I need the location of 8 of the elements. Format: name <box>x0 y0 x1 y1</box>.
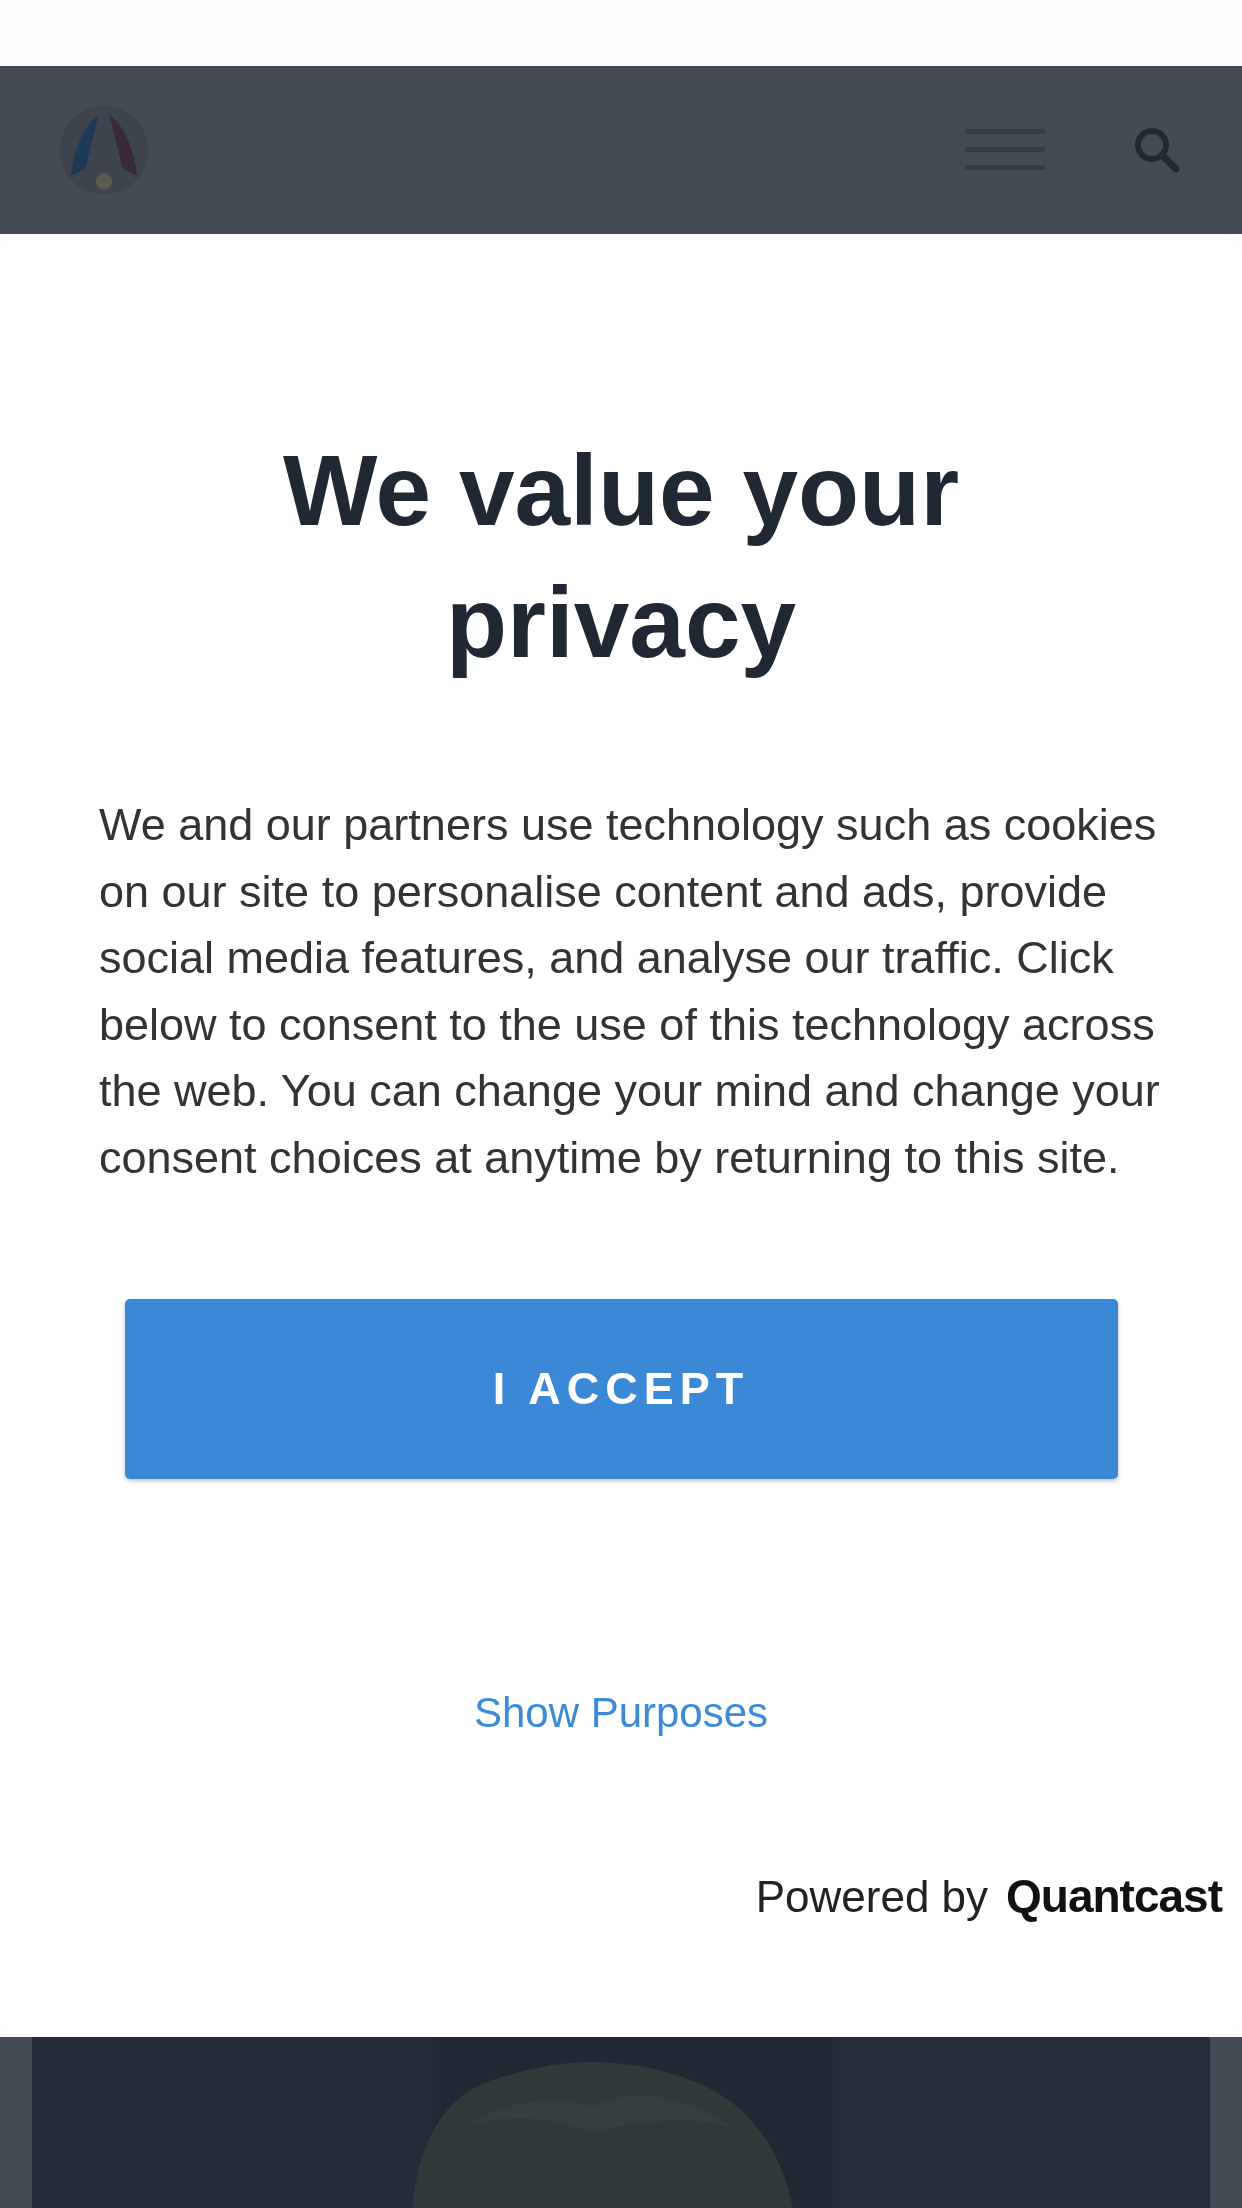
accept-button[interactable]: I ACCEPT <box>124 1299 1118 1479</box>
show-purposes-link[interactable]: Show Purposes <box>473 1689 769 1737</box>
powered-by-text: Powered by <box>755 1872 989 1922</box>
search-icon[interactable] <box>1132 125 1182 175</box>
consent-text: We and our partners use technology such as cookies on our site to personalise content and ads, provide social media features, and analyse our traffic. Click below to consent to the use of this technology across the web. You can change your mind and change your consent choices at anytime by returning to this site. <box>99 798 1161 1185</box>
brand-name[interactable]: Quantcast <box>1006 1869 1222 1923</box>
dialog-title: We value your privacy <box>281 433 961 680</box>
logo-icon[interactable] <box>58 104 150 196</box>
